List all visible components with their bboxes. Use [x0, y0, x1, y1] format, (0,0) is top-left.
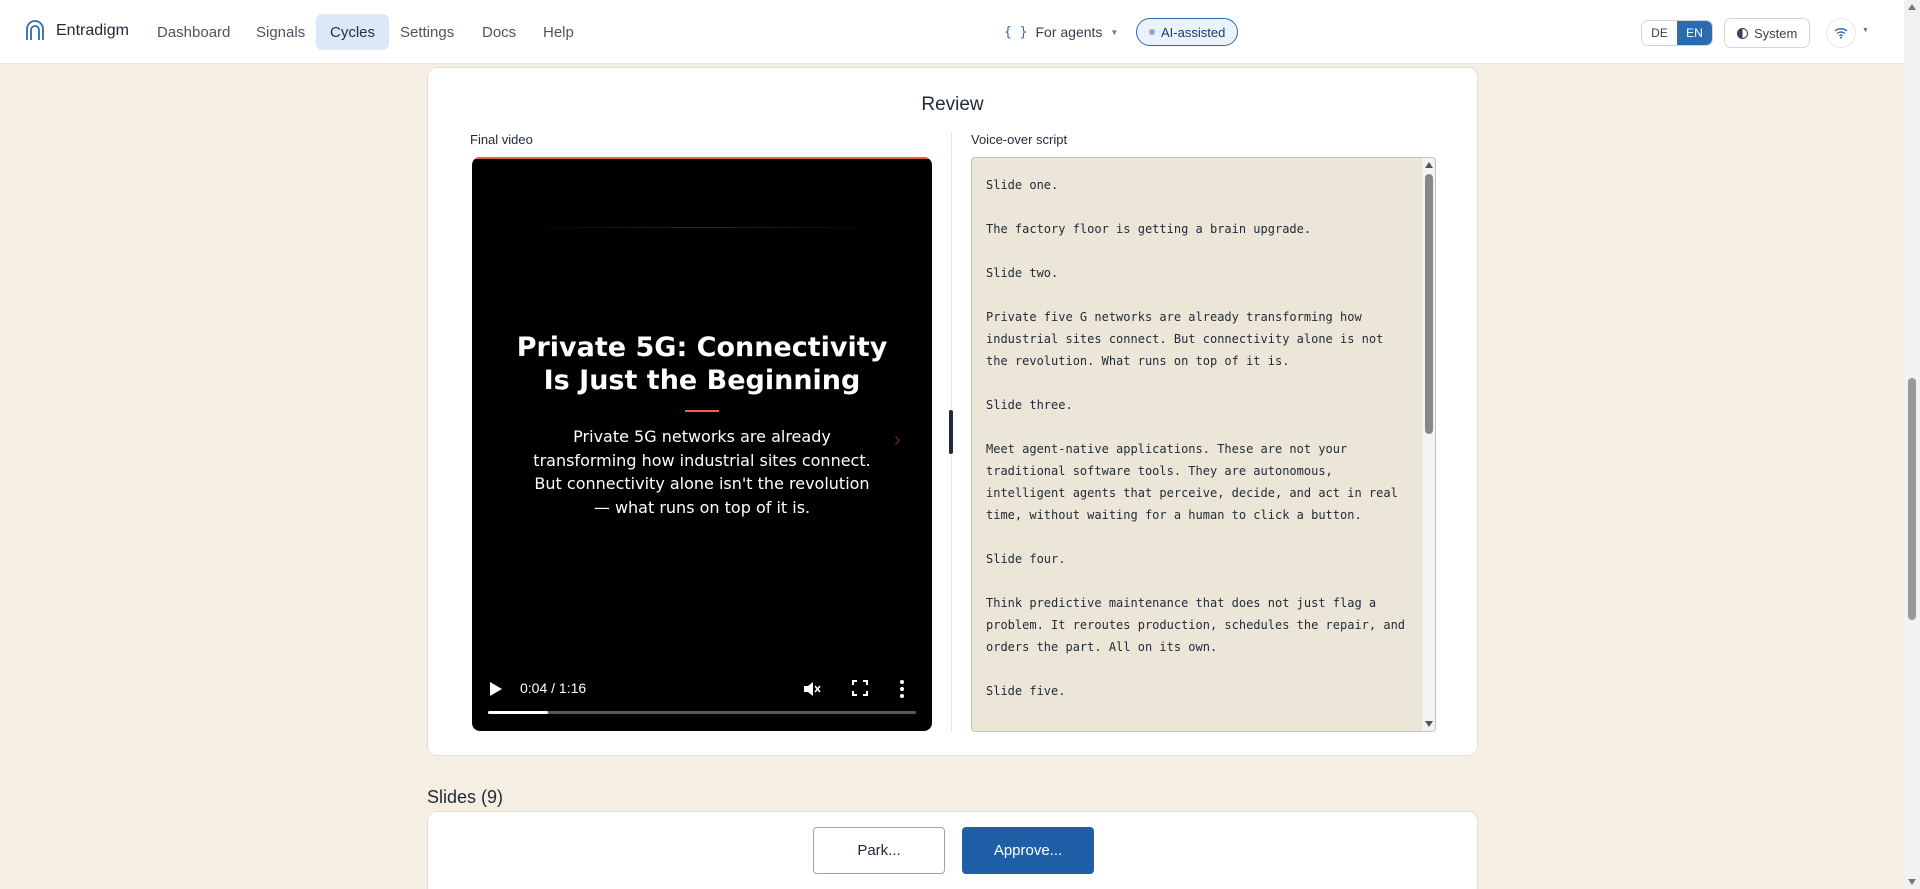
for-agents-label: For agents	[1035, 24, 1103, 40]
park-button[interactable]: Park...	[813, 827, 945, 874]
video-progress-bar[interactable]	[488, 711, 916, 714]
resize-handle[interactable]	[949, 410, 953, 454]
scroll-up-icon[interactable]	[1425, 162, 1433, 168]
nav-signals[interactable]: Signals	[242, 14, 319, 50]
ai-assisted-label: AI-assisted	[1161, 24, 1226, 40]
action-bar: Park... Approve...	[427, 811, 1478, 889]
caret-down-icon: ▼	[1110, 27, 1119, 37]
video-body-line: But connectivity alone isn't the revolut…	[534, 474, 870, 493]
voice-over-script[interactable]: Slide one. The factory floor is getting …	[971, 157, 1436, 732]
video-title-line: Private 5G: Connectivity	[516, 332, 888, 363]
nav-help[interactable]: Help	[529, 14, 588, 50]
connection-button[interactable]	[1826, 18, 1856, 48]
scroll-thumb[interactable]	[1908, 378, 1916, 620]
video-title-underline	[685, 410, 719, 412]
language-toggle: DE EN	[1641, 20, 1713, 46]
caret-down-icon[interactable]: ▼	[1862, 27, 1869, 34]
video-accent-line	[472, 157, 932, 159]
final-video-player[interactable]: Private 5G: Connectivity Is Just the Beg…	[472, 157, 932, 731]
brand[interactable]: Entradigm	[24, 20, 129, 42]
for-agents-menu[interactable]: { } For agents ▼	[1004, 20, 1118, 44]
approve-button[interactable]: Approve...	[962, 827, 1094, 874]
video-slide-body: Private 5G networks are already transfor…	[512, 425, 892, 519]
theme-label: System	[1754, 25, 1798, 41]
wifi-icon	[1834, 28, 1848, 39]
top-nav: Entradigm Dashboard Signals Cycles Setti…	[0, 0, 1904, 64]
video-title-line: Is Just the Beginning	[543, 365, 861, 396]
voice-over-text: Slide one. The factory floor is getting …	[986, 178, 1406, 698]
braces-icon: { }	[1004, 24, 1028, 40]
scroll-up-icon[interactable]	[1908, 4, 1916, 10]
dot-icon	[1149, 29, 1155, 35]
scroll-down-icon[interactable]	[1425, 721, 1433, 727]
scroll-down-icon[interactable]	[1908, 879, 1916, 885]
nav-dashboard[interactable]: Dashboard	[143, 14, 244, 50]
review-title: Review	[921, 94, 984, 115]
video-time: 0:04 / 1:16	[520, 680, 587, 696]
video-controls: 0:04 / 1:16	[472, 661, 932, 731]
mute-icon[interactable]	[802, 679, 822, 699]
slides-heading: Slides (9)	[427, 787, 504, 807]
play-icon[interactable]	[490, 682, 502, 696]
nav-settings[interactable]: Settings	[386, 14, 468, 50]
script-scrollbar[interactable]	[1421, 158, 1435, 731]
video-body-line: — what runs on top of it is.	[593, 497, 811, 517]
lang-de-button[interactable]: DE	[1642, 21, 1677, 45]
half-circle-icon	[1737, 27, 1748, 39]
more-options-icon[interactable]	[899, 679, 905, 699]
video-body-line: transforming how industrial sites connec…	[533, 450, 871, 470]
ai-assisted-badge[interactable]: AI-assisted	[1136, 18, 1239, 46]
logo-icon	[26, 20, 44, 40]
page-scrollbar[interactable]	[1904, 0, 1920, 889]
scroll-thumb[interactable]	[1425, 174, 1433, 434]
video-slide-title: Private 5G: Connectivity Is Just the Beg…	[472, 331, 932, 397]
nav-docs[interactable]: Docs	[468, 14, 530, 50]
video-body-line: Private 5G networks are already	[573, 427, 831, 446]
nav-cycles[interactable]: Cycles	[316, 14, 390, 50]
chevron-right-icon[interactable]: ›	[894, 429, 901, 452]
video-divider	[522, 227, 882, 228]
theme-button[interactable]: System	[1724, 18, 1811, 48]
brand-name: Entradigm	[56, 22, 129, 39]
video-progress-fill	[488, 711, 548, 714]
final-video-label: Final video	[470, 132, 533, 147]
voice-over-label: Voice-over script	[971, 132, 1068, 147]
lang-en-button[interactable]: EN	[1677, 21, 1712, 45]
review-card: Review Final video Voice-over script Pri…	[427, 67, 1478, 756]
fullscreen-icon[interactable]	[852, 680, 868, 696]
